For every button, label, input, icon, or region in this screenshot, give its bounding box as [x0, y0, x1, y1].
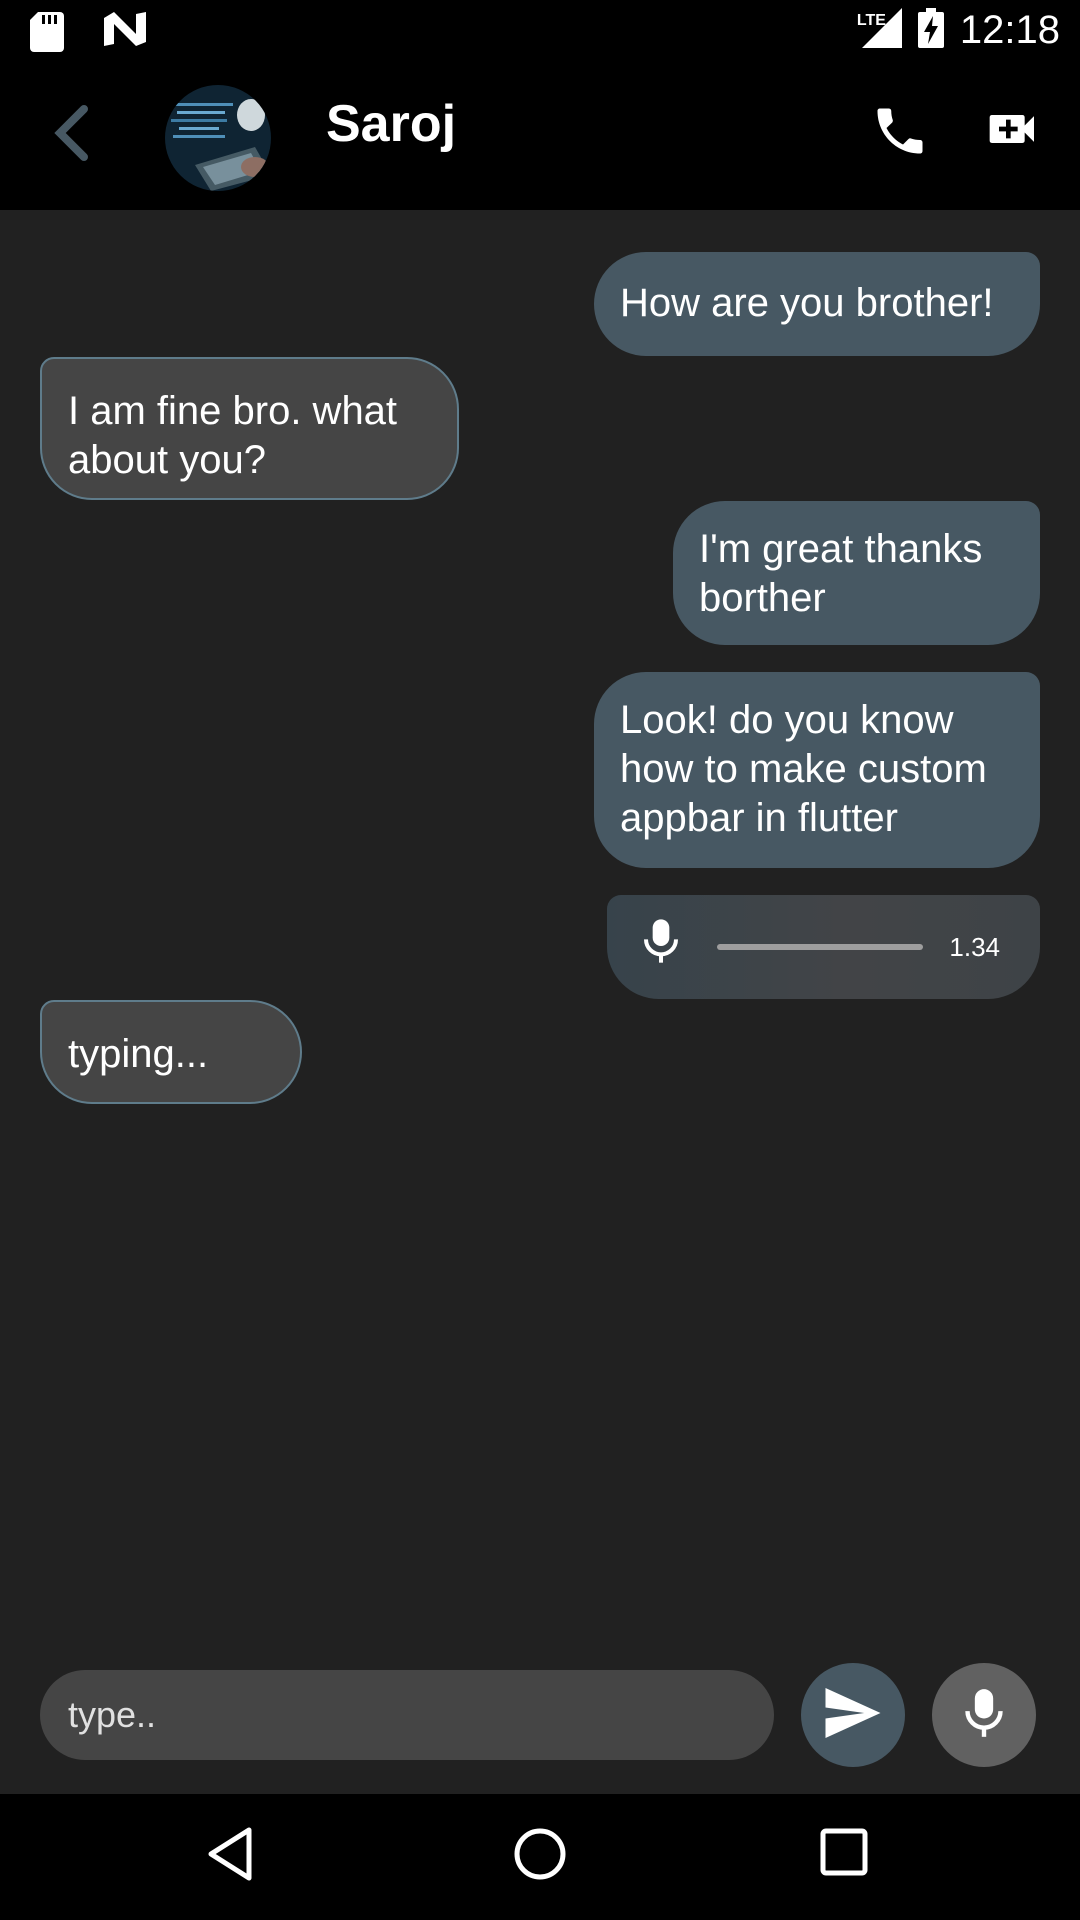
- call-button[interactable]: [870, 101, 940, 171]
- app-bar: Saroj: [0, 63, 1080, 210]
- message-bubble-outgoing[interactable]: How are you brother!: [594, 252, 1040, 356]
- status-bar: LTE 12:18: [0, 0, 1080, 63]
- voice-record-button[interactable]: [932, 1663, 1036, 1767]
- message-bubble-outgoing[interactable]: Look! do you know how to make custom app…: [594, 672, 1040, 868]
- back-arrow-icon: [52, 104, 88, 166]
- nav-recents-icon[interactable]: [818, 1826, 870, 1883]
- send-button[interactable]: [801, 1663, 905, 1767]
- video-call-icon: [985, 115, 1041, 161]
- n-logo-icon: [104, 12, 146, 57]
- nav-back-icon[interactable]: [205, 1824, 255, 1889]
- system-nav-bar: [0, 1794, 1080, 1920]
- send-icon: [823, 1687, 883, 1744]
- video-call-button[interactable]: [985, 101, 1055, 171]
- message-text: How are you brother!: [620, 281, 994, 325]
- microphone-icon: [641, 917, 681, 977]
- contact-name: Saroj: [326, 95, 457, 153]
- message-text: I am fine bro. what about you?: [68, 389, 398, 482]
- message-text: I'm great thanks borther: [699, 527, 983, 620]
- nav-home-icon[interactable]: [510, 1824, 570, 1889]
- message-input-container[interactable]: [40, 1670, 774, 1760]
- message-text: Look! do you know how to make custom app…: [620, 698, 987, 840]
- voice-duration: 1.34: [949, 931, 1000, 962]
- message-bubble-incoming[interactable]: I am fine bro. what about you?: [40, 357, 459, 500]
- message-input[interactable]: [66, 1693, 748, 1737]
- back-button[interactable]: [40, 85, 100, 185]
- phone-icon: [870, 108, 930, 165]
- voice-progress-track[interactable]: [717, 944, 924, 950]
- microphone-icon: [962, 1687, 1006, 1744]
- sd-card-icon: [30, 12, 64, 57]
- status-time: 12:18: [959, 8, 1060, 52]
- battery-charging-icon: [917, 8, 944, 53]
- message-bubble-incoming[interactable]: typing...: [40, 1000, 302, 1104]
- voice-message-bubble[interactable]: 1.34: [607, 895, 1040, 999]
- message-list[interactable]: How are you brother! I am fine bro. what…: [0, 210, 1080, 1790]
- message-bubble-outgoing[interactable]: I'm great thanks borther: [673, 501, 1040, 645]
- lte-label: LTE: [856, 11, 886, 29]
- typing-indicator-text: typing...: [68, 1032, 209, 1076]
- avatar[interactable]: [165, 85, 271, 191]
